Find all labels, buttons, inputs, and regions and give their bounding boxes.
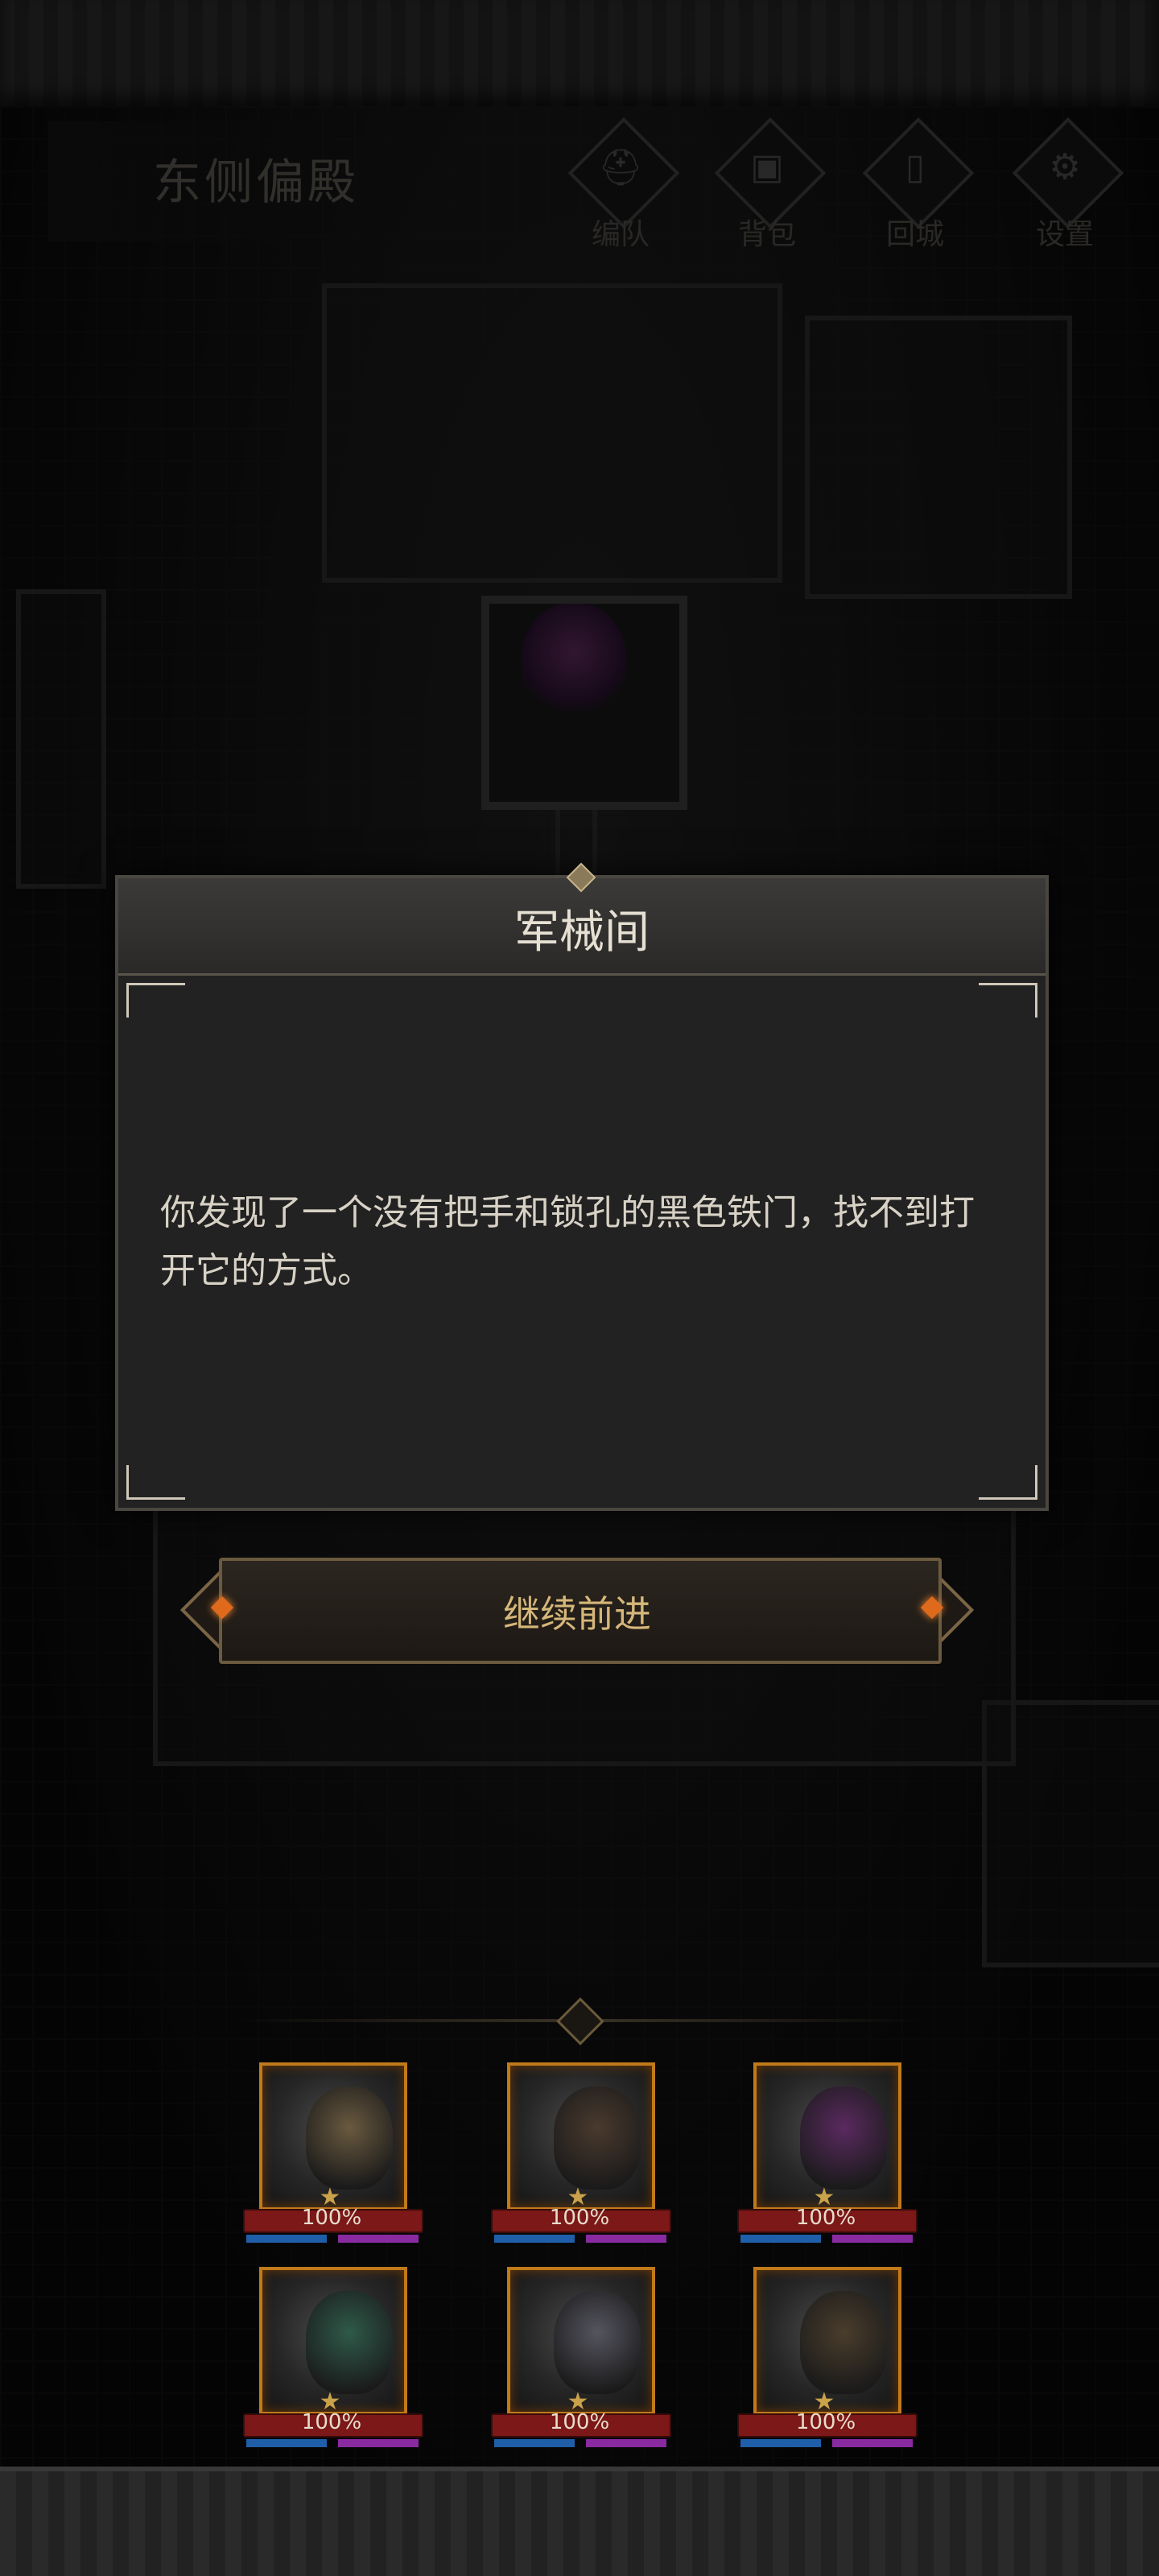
skill-bar: [586, 2235, 666, 2243]
hero-face: [554, 2087, 641, 2190]
mana-bar: [494, 2439, 575, 2447]
event-dialog: 军械间 你发现了一个没有把手和锁孔的黑色铁门，找不到打开它的方式。: [115, 862, 1049, 1511]
skill-bar: [586, 2439, 666, 2447]
continue-button-label: 继续前进: [503, 1592, 651, 1636]
dialog-title: 军械间: [514, 906, 650, 959]
hero-face: [306, 2291, 393, 2394]
corner-ornament: [979, 1465, 1037, 1500]
corner-ornament: [126, 1465, 185, 1500]
hero-face: [800, 2087, 887, 2190]
mana-bar: [246, 2235, 327, 2243]
hp-percent: 100%: [795, 2206, 856, 2230]
mana-bar: [246, 2439, 327, 2447]
skill-bar: [832, 2439, 913, 2447]
dialog-body-text: 你发现了一个没有把手和锁孔的黑色铁门，找不到打开它的方式。: [160, 1192, 975, 1291]
hero-face: [800, 2291, 887, 2394]
hp-percent: 100%: [795, 2410, 856, 2434]
hp-percent: 100%: [301, 2410, 362, 2434]
continue-button[interactable]: 继续前进: [179, 1558, 975, 1664]
corner-ornament: [126, 983, 185, 1018]
hp-percent: 100%: [549, 2410, 610, 2434]
bottom-ornament-frame: [0, 2467, 1159, 2576]
hero-card[interactable]: ★ 100%: [491, 2267, 673, 2457]
hp-percent: 100%: [301, 2206, 362, 2230]
hero-card[interactable]: ★ 100%: [737, 2062, 919, 2252]
dialog-header: 军械间: [118, 862, 1046, 976]
hp-percent: 100%: [549, 2206, 610, 2230]
hero-face: [554, 2291, 641, 2394]
skill-bar: [338, 2439, 419, 2447]
hero-card[interactable]: ★ 100%: [737, 2267, 919, 2457]
hero-card[interactable]: ★ 100%: [491, 2062, 673, 2252]
mana-bar: [494, 2235, 575, 2243]
skill-bar: [832, 2235, 913, 2243]
mana-bar: [740, 2235, 821, 2243]
mana-bar: [740, 2439, 821, 2447]
corner-ornament: [979, 983, 1037, 1018]
hero-face: [306, 2087, 393, 2190]
skill-bar: [338, 2235, 419, 2243]
hero-card[interactable]: ★ 100%: [243, 2062, 425, 2252]
hero-card[interactable]: ★ 100%: [243, 2267, 425, 2457]
